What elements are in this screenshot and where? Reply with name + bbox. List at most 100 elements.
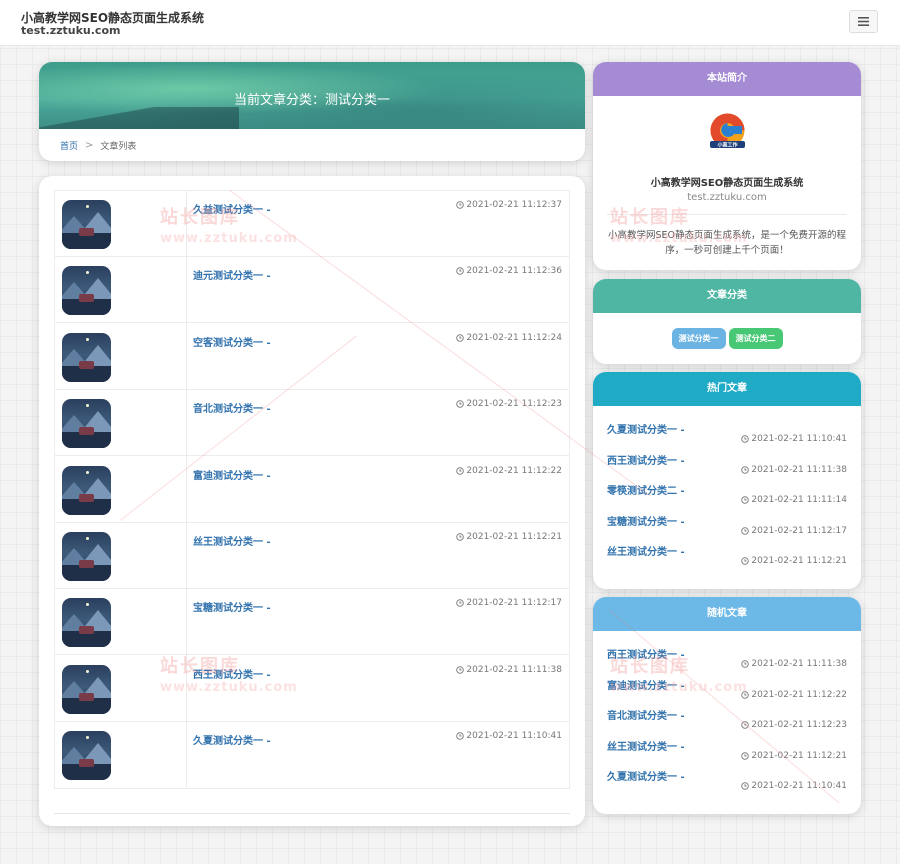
category-card: 文章分类 测试分类一 测试分类二: [593, 279, 861, 364]
breadcrumb-current: 文章列表: [100, 142, 137, 152]
hot-article-item[interactable]: 丝王测试分类一 - 2021-02-21 11:12:21: [607, 543, 847, 573]
top-header: 小高教学网SEO静态页面生成系统 test.zztuku.com: [0, 0, 900, 46]
random-article-title-link[interactable]: 音北测试分类一 -: [607, 707, 685, 722]
category-button-1[interactable]: 测试分类一: [671, 328, 726, 349]
hot-article-item[interactable]: 西王测试分类一 - 2021-02-21 11:11:38: [607, 452, 847, 482]
clock-icon: [741, 721, 750, 729]
category-heading: 文章分类: [593, 279, 861, 313]
clock-icon: [741, 660, 750, 668]
about-heading: 本站简介: [593, 62, 861, 96]
category-banner-card: 当前文章分类：测试分类一 首页 > 文章列表: [39, 62, 585, 161]
article-row[interactable]: 迪元测试分类一 - 2021-02-21 11:12:36: [55, 257, 569, 324]
random-article-item[interactable]: 丝王测试分类一 - 2021-02-21 11:12:21: [607, 738, 847, 768]
article-time: 2021-02-21 11:12:17: [456, 598, 562, 608]
about-card: 本站简介 小高工作 小高教学网SEO静态页面生成系统 test.zztuku.c…: [593, 62, 861, 270]
banner-image: 当前文章分类：测试分类一: [39, 62, 585, 129]
article-time: 2021-02-21 11:11:38: [456, 665, 562, 675]
hot-article-item[interactable]: 宝糖测试分类一 - 2021-02-21 11:12:17: [607, 513, 847, 543]
clock-icon: [741, 527, 750, 535]
article-thumbnail[interactable]: [62, 200, 111, 249]
article-thumbnail[interactable]: [62, 664, 111, 714]
clock-icon: [456, 666, 465, 674]
article-thumbnail[interactable]: [62, 465, 111, 515]
random-article-title-link[interactable]: 久夏测试分类一 -: [607, 768, 685, 783]
clock-icon: [456, 400, 465, 408]
article-row[interactable]: 空客测试分类一 - 2021-02-21 11:12:24: [55, 324, 569, 390]
article-time: 2021-02-21 11:12:22: [456, 466, 562, 476]
article-thumbnail[interactable]: [62, 399, 111, 449]
article-title-link[interactable]: 丝王测试分类一 -: [193, 533, 271, 548]
article-thumbnail[interactable]: [62, 266, 111, 316]
breadcrumb-separator: >: [85, 140, 94, 151]
hot-article-time: 2021-02-21 11:11:14: [741, 495, 847, 505]
article-time: 2021-02-21 11:12:36: [456, 266, 562, 276]
random-articles-card: 随机文章 西王测试分类一 - 2021-02-21 11:11:38 富迪测试分类一…: [593, 597, 861, 814]
article-row[interactable]: 久益测试分类一 - 2021-02-21 11:12:37: [55, 191, 569, 257]
article-title-link[interactable]: 富迪测试分类一 -: [193, 467, 271, 482]
article-time: 2021-02-21 11:12:23: [456, 399, 562, 409]
article-row[interactable]: 丝王测试分类一 - 2021-02-21 11:12:21: [55, 523, 569, 589]
article-row[interactable]: 宝糖测试分类一 - 2021-02-21 11:12:17: [55, 589, 569, 656]
random-article-time: 2021-02-21 11:12:23: [741, 720, 847, 730]
article-row[interactable]: 富迪测试分类一 - 2021-02-21 11:12:22: [55, 457, 569, 523]
random-article-title-link[interactable]: 丝王测试分类一 -: [607, 738, 685, 753]
clock-icon: [741, 465, 750, 474]
clock-icon: [741, 752, 750, 760]
article-time: 2021-02-21 11:12:21: [456, 532, 562, 542]
menu-button[interactable]: [849, 10, 878, 33]
hot-article-title-link[interactable]: 久夏测试分类一 -: [607, 421, 685, 436]
breadcrumb-home-link[interactable]: 首页: [60, 139, 78, 152]
hot-article-title-link[interactable]: 零筷测试分类二 -: [607, 482, 685, 497]
hot-article-title-link[interactable]: 西王测试分类一 -: [607, 452, 685, 467]
hot-heading: 热门文章: [593, 372, 861, 406]
site-domain[interactable]: test.zztuku.com: [21, 24, 120, 37]
article-title-link[interactable]: 音北测试分类一 -: [193, 400, 271, 415]
article-row[interactable]: 音北测试分类一 - 2021-02-21 11:12:23: [55, 390, 569, 457]
article-title-link[interactable]: 久益测试分类一 -: [193, 201, 271, 216]
article-title-link[interactable]: 宝糖测试分类一 -: [193, 599, 271, 614]
category-button-2[interactable]: 测试分类二: [728, 328, 783, 349]
article-title-link[interactable]: 空客测试分类一 -: [193, 334, 271, 349]
random-article-time: 2021-02-21 11:12:21: [741, 751, 847, 761]
clock-icon: [456, 599, 465, 608]
hot-article-time: 2021-02-21 11:10:41: [741, 434, 847, 444]
article-time: 2021-02-21 11:10:41: [456, 731, 562, 741]
random-article-title-link[interactable]: 西王测试分类一 -: [607, 646, 685, 661]
article-time: 2021-02-21 11:12:37: [456, 200, 562, 210]
banner-title: 当前文章分类：测试分类一: [233, 93, 390, 108]
article-thumbnail[interactable]: [62, 532, 111, 581]
article-thumbnail[interactable]: [62, 598, 111, 648]
random-article-item[interactable]: 西王测试分类一 - 2021-02-21 11:11:38: [607, 646, 847, 676]
menu-icon: [858, 17, 869, 26]
site-logo: 小高工作: [710, 113, 745, 149]
hot-article-title-link[interactable]: 丝王测试分类一 -: [607, 543, 685, 558]
clock-icon: [456, 334, 465, 342]
article-title-link[interactable]: 久夏测试分类一 -: [193, 732, 271, 747]
random-article-item[interactable]: 富迪测试分类一 - 2021-02-21 11:12:22: [607, 677, 847, 707]
hot-article-item[interactable]: 零筷测试分类二 - 2021-02-21 11:11:14: [607, 482, 847, 512]
hot-article-title-link[interactable]: 宝糖测试分类一 -: [607, 513, 685, 528]
article-title-link[interactable]: 西王测试分类一 -: [193, 666, 271, 681]
hot-article-time: 2021-02-21 11:12:17: [741, 526, 847, 536]
random-article-time: 2021-02-21 11:11:38: [741, 659, 847, 669]
random-article-item[interactable]: 久夏测试分类一 - 2021-02-21 11:10:41: [607, 768, 847, 798]
about-description: 小高教学网SEO静态页面生成系统，是一个免费开源的程序，一秒可创建上千个页面！: [607, 230, 846, 256]
clock-icon: [456, 201, 465, 209]
article-title-link[interactable]: 迪元测试分类一 -: [193, 267, 271, 282]
clock-icon: [456, 466, 465, 475]
hot-article-item[interactable]: 久夏测试分类一 - 2021-02-21 11:10:41: [607, 421, 847, 451]
svg-text:小高工作: 小高工作: [717, 142, 737, 149]
hot-articles-card: 热门文章 久夏测试分类一 - 2021-02-21 11:10:41 西王测试分类一…: [593, 372, 861, 589]
about-site-name: 小高教学网SEO静态页面生成系统: [650, 178, 804, 189]
category-buttons: 测试分类一 测试分类二: [593, 328, 861, 349]
article-row[interactable]: 西王测试分类一 - 2021-02-21 11:11:38: [55, 656, 569, 722]
article-row[interactable]: 久夏测试分类一 - 2021-02-21 11:10:41: [55, 722, 569, 788]
random-article-item[interactable]: 音北测试分类一 - 2021-02-21 11:12:23: [607, 707, 847, 737]
article-thumbnail[interactable]: [62, 731, 111, 781]
random-article-title-link[interactable]: 富迪测试分类一 -: [607, 677, 685, 692]
clock-icon: [741, 435, 750, 443]
article-thumbnail[interactable]: [62, 332, 111, 382]
hot-article-time: 2021-02-21 11:11:38: [741, 465, 847, 475]
clock-icon: [741, 557, 750, 566]
breadcrumb: 首页 > 文章列表: [60, 139, 136, 152]
